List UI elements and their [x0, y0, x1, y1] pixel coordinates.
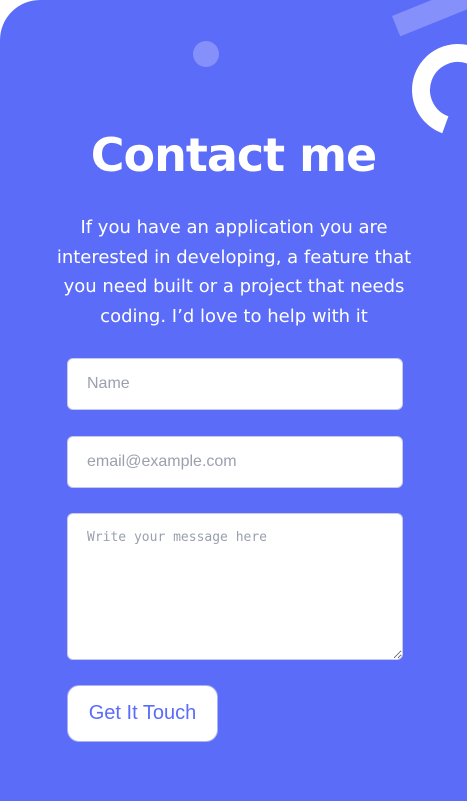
message-textarea[interactable]	[67, 513, 403, 660]
description-line: interested in developing, a feature that	[56, 246, 412, 268]
description-line: If you have an application you are	[80, 217, 388, 238]
submit-button[interactable]: Get It Touch	[67, 685, 218, 742]
contact-description: If you have an application you are inter…	[34, 213, 434, 331]
email-input[interactable]	[67, 436, 403, 488]
decorative-dot	[193, 41, 219, 67]
description-line: you need built or a project that needs	[63, 276, 405, 297]
name-input[interactable]	[67, 358, 403, 410]
description-line: coding. I’d love to help with it	[100, 305, 368, 327]
contact-section: Contact me If you have an application yo…	[0, 0, 467, 801]
page-title: Contact me	[90, 128, 378, 182]
decorative-bar	[392, 0, 467, 37]
